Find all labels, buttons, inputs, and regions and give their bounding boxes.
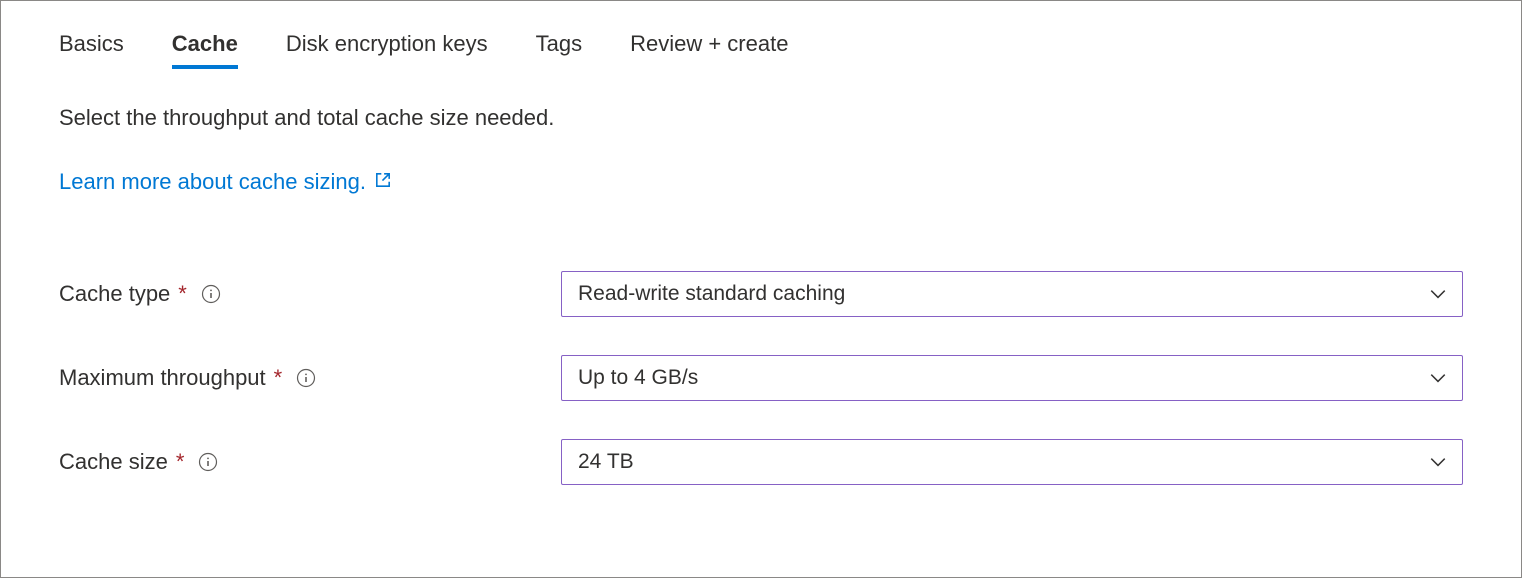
row-cache-type: Cache type * Read-write standard caching bbox=[59, 271, 1463, 317]
learn-more-text: Learn more about cache sizing. bbox=[59, 169, 366, 195]
select-cache-type[interactable]: Read-write standard caching bbox=[561, 271, 1463, 317]
info-icon[interactable] bbox=[201, 284, 221, 304]
label-cache-size-text: Cache size bbox=[59, 449, 168, 475]
label-cache-type: Cache type * bbox=[59, 281, 561, 307]
cache-config-panel: Basics Cache Disk encryption keys Tags R… bbox=[0, 0, 1522, 578]
select-cache-type-wrapper: Read-write standard caching bbox=[561, 271, 1463, 317]
info-icon[interactable] bbox=[296, 368, 316, 388]
label-max-throughput: Maximum throughput * bbox=[59, 365, 561, 391]
label-cache-size: Cache size * bbox=[59, 449, 561, 475]
section-description: Select the throughput and total cache si… bbox=[59, 105, 1463, 131]
tab-review-create[interactable]: Review + create bbox=[630, 31, 788, 69]
tab-cache[interactable]: Cache bbox=[172, 31, 238, 69]
tab-tags[interactable]: Tags bbox=[536, 31, 582, 69]
required-indicator: * bbox=[274, 365, 283, 391]
select-max-throughput-wrapper: Up to 4 GB/s bbox=[561, 355, 1463, 401]
info-icon[interactable] bbox=[198, 452, 218, 472]
external-link-icon bbox=[374, 169, 392, 195]
wizard-tabs: Basics Cache Disk encryption keys Tags R… bbox=[59, 31, 1463, 69]
select-max-throughput-value: Up to 4 GB/s bbox=[578, 366, 698, 390]
select-cache-size-wrapper: 24 TB bbox=[561, 439, 1463, 485]
tab-basics[interactable]: Basics bbox=[59, 31, 124, 69]
label-cache-type-text: Cache type bbox=[59, 281, 170, 307]
row-max-throughput: Maximum throughput * Up to 4 GB/s bbox=[59, 355, 1463, 401]
row-cache-size: Cache size * 24 TB bbox=[59, 439, 1463, 485]
select-cache-size[interactable]: 24 TB bbox=[561, 439, 1463, 485]
form-fields: Cache type * Read-write standard caching bbox=[59, 271, 1463, 485]
select-cache-size-value: 24 TB bbox=[578, 450, 634, 474]
learn-more-link[interactable]: Learn more about cache sizing. bbox=[59, 169, 392, 195]
select-max-throughput[interactable]: Up to 4 GB/s bbox=[561, 355, 1463, 401]
required-indicator: * bbox=[178, 281, 187, 307]
label-max-throughput-text: Maximum throughput bbox=[59, 365, 266, 391]
select-cache-type-value: Read-write standard caching bbox=[578, 282, 845, 306]
tab-disk-encryption-keys[interactable]: Disk encryption keys bbox=[286, 31, 488, 69]
required-indicator: * bbox=[176, 449, 185, 475]
